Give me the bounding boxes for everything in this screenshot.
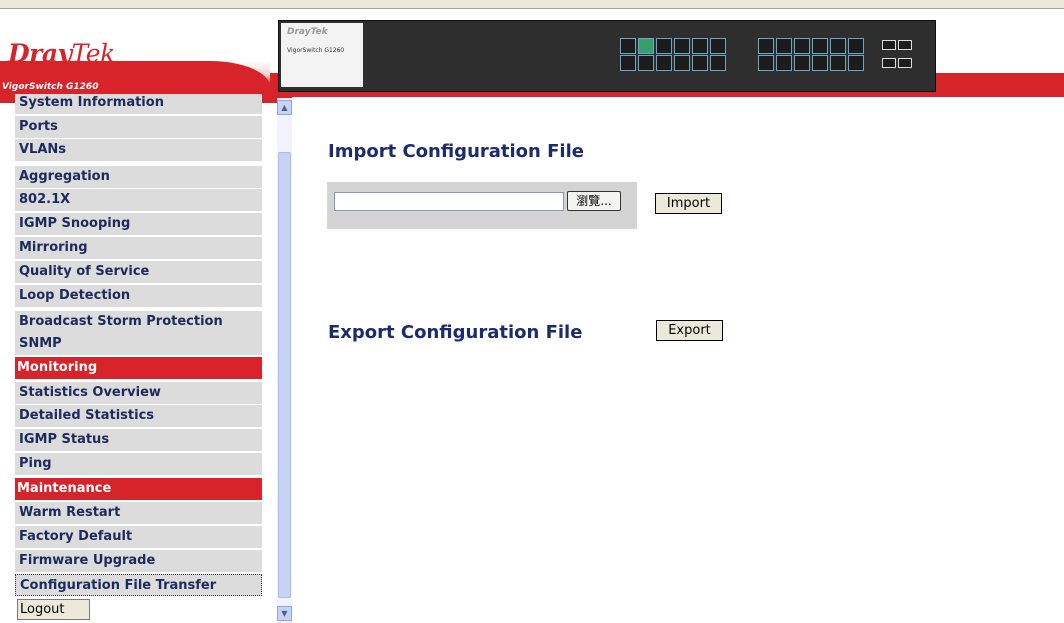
draytek-logo: DrayTek xyxy=(8,39,115,68)
browse-button[interactable]: 瀏覽... xyxy=(567,191,621,211)
import-button[interactable]: Import xyxy=(655,193,722,214)
port-group-1-lower xyxy=(619,55,727,91)
export-heading: Export Configuration File xyxy=(328,322,583,343)
sidebar-menu: System Information Ports VLANs Aggregati… xyxy=(15,94,277,623)
sidebar-item-snmp[interactable]: SNMP xyxy=(15,333,262,355)
port-group-2-lower xyxy=(757,55,865,91)
sidebar-item-quality-of-service[interactable]: Quality of Service xyxy=(15,261,262,283)
logout-button[interactable]: Logout xyxy=(17,599,90,620)
model-name: VigorSwitch G1260 xyxy=(2,82,99,92)
sidebar-item-firmware-upgrade[interactable]: Firmware Upgrade xyxy=(15,550,262,572)
scroll-up-icon[interactable]: ▲ xyxy=(277,100,292,115)
sidebar-item-ping[interactable]: Ping xyxy=(15,453,262,475)
sidebar-item-8021x[interactable]: 802.1X xyxy=(15,189,262,211)
sidebar-item-configuration-file-transfer[interactable]: Configuration File Transfer xyxy=(15,574,262,596)
logo-area: DrayTek VigorSwitch G1260 xyxy=(0,9,270,103)
device-label: DrayTek VigorSwitch G1260 xyxy=(281,23,363,87)
sidebar-item-statistics-overview[interactable]: Statistics Overview xyxy=(15,382,262,404)
sidebar-item-system-information[interactable]: System Information xyxy=(15,94,262,114)
sidebar-section-maintenance: Maintenance xyxy=(15,478,262,500)
sidebar-item-vlans[interactable]: VLANs xyxy=(15,139,262,161)
header: DrayTek VigorSwitch G1260 DrayTek VigorS… xyxy=(0,9,1064,103)
scroll-thumb[interactable] xyxy=(278,152,291,598)
sidebar-item-loop-detection[interactable]: Loop Detection xyxy=(15,285,262,307)
sidebar-item-aggregation[interactable]: Aggregation xyxy=(15,166,262,188)
sfp-ports xyxy=(881,39,917,75)
file-path-input[interactable] xyxy=(334,192,564,211)
export-button[interactable]: Export xyxy=(656,320,723,341)
sidebar-item-factory-default[interactable]: Factory Default xyxy=(15,526,262,548)
import-heading: Import Configuration File xyxy=(328,141,584,162)
sidebar-item-igmp-snooping[interactable]: IGMP Snooping xyxy=(15,213,262,235)
sidebar-item-warm-restart[interactable]: Warm Restart xyxy=(15,502,262,524)
browser-toolbar-edge xyxy=(0,0,1064,9)
file-select-panel: 瀏覽... xyxy=(327,182,637,229)
sidebar-item-broadcast-storm-protection[interactable]: Broadcast Storm Protection xyxy=(15,311,262,333)
sidebar-item-igmp-status[interactable]: IGMP Status xyxy=(15,429,262,451)
sidebar-scrollbar[interactable]: ▲ ▼ xyxy=(277,98,292,623)
sidebar-item-detailed-statistics[interactable]: Detailed Statistics xyxy=(15,405,262,427)
scroll-down-icon[interactable]: ▼ xyxy=(277,606,292,621)
sidebar-item-ports[interactable]: Ports xyxy=(15,116,262,138)
main-content xyxy=(292,97,1064,623)
sidebar-item-mirroring[interactable]: Mirroring xyxy=(15,237,262,259)
sidebar-section-monitoring: Monitoring xyxy=(15,357,262,379)
device-front-panel-image: DrayTek VigorSwitch G1260 xyxy=(278,20,936,92)
